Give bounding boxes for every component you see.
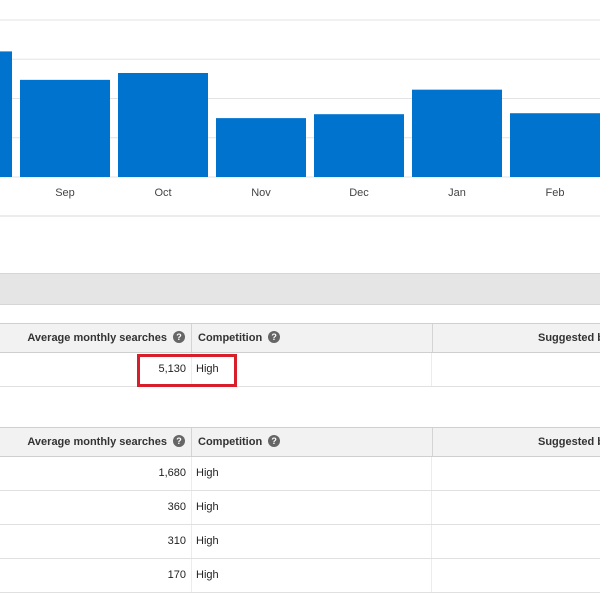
x-tick-label: Jan — [448, 187, 466, 199]
bar-sep[interactable] — [20, 79, 110, 177]
avg-searches-value: 360 — [167, 501, 186, 513]
help-icon[interactable]: ? — [268, 331, 281, 344]
bar-dec[interactable] — [314, 114, 404, 177]
avg-monthly-searches-header[interactable]: Average monthly searches — [27, 428, 167, 456]
table-1-header: Average monthly searches? Competition? S… — [0, 323, 600, 353]
table-row: 1,680 High — [0, 457, 600, 491]
section-band — [0, 273, 600, 305]
x-tick-label: Dec — [349, 187, 369, 199]
table-row: 5,130 High — [0, 353, 600, 387]
help-icon[interactable]: ? — [268, 435, 281, 448]
suggested-bid-header[interactable]: Suggested b — [538, 428, 600, 456]
x-tick-label: Nov — [251, 187, 271, 199]
bar-jan[interactable] — [412, 89, 502, 177]
competition-value: High — [196, 569, 219, 581]
avg-searches-value: 1,680 — [158, 467, 186, 479]
highlight-box — [137, 354, 237, 387]
competition-value: High — [196, 467, 219, 479]
table-row: 360 High — [0, 491, 600, 525]
help-icon[interactable]: ? — [173, 435, 185, 448]
table-2-header: Average monthly searches? Competition? S… — [0, 427, 600, 457]
competition-value: High — [196, 501, 219, 513]
bar-oct[interactable] — [118, 72, 208, 177]
x-tick-label: Feb — [546, 187, 565, 199]
avg-searches-value: 310 — [167, 535, 186, 547]
bar-feb[interactable] — [510, 113, 600, 177]
x-tick-label: Oct — [154, 187, 171, 199]
avg-searches-value: 170 — [167, 569, 186, 581]
bar-aug[interactable] — [0, 51, 12, 177]
competition-header[interactable]: Competition — [198, 332, 262, 344]
table-row: 170 High — [0, 559, 600, 593]
bar-nov[interactable] — [216, 118, 306, 177]
help-icon[interactable]: ? — [173, 331, 185, 344]
competition-header[interactable]: Competition — [198, 436, 262, 448]
table-row: 310 High — [0, 525, 600, 559]
competition-value: High — [196, 535, 219, 547]
x-tick-label: Sep — [55, 187, 75, 199]
suggested-bid-header[interactable]: Suggested b — [538, 324, 600, 352]
avg-monthly-searches-header[interactable]: Average monthly searches — [27, 324, 167, 352]
search-volume-chart: AugSepOctNovDecJanFebMar — [0, 19, 600, 217]
